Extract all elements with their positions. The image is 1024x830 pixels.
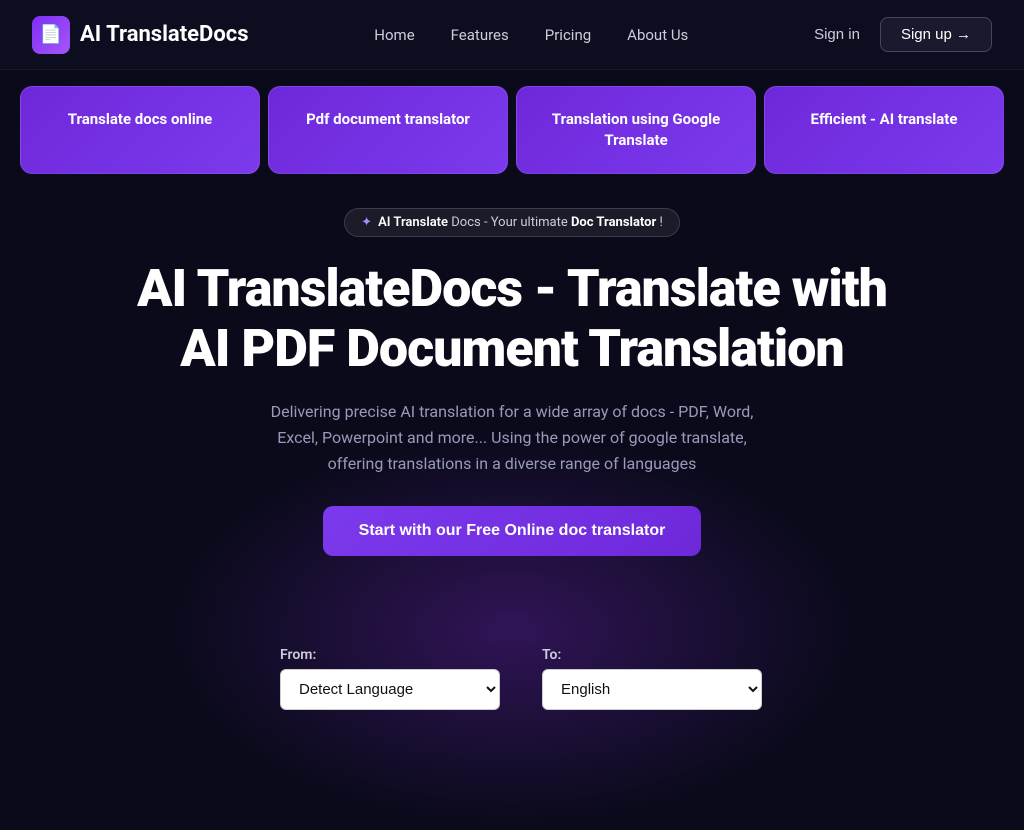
signin-button[interactable]: Sign in xyxy=(814,26,860,43)
badge-highlight1: AI Translate xyxy=(378,215,448,230)
feature-tiles: Translate docs online Pdf document trans… xyxy=(0,82,1024,178)
badge-text: AI Translate Docs - Your ultimate Doc Tr… xyxy=(378,215,663,230)
lang-row: From: Detect Language English French Spa… xyxy=(280,647,744,710)
signup-button[interactable]: Sign up → xyxy=(880,17,992,52)
logo-text: AI TranslateDocs xyxy=(80,22,249,47)
to-group: To: English French Spanish German Chines… xyxy=(542,647,744,710)
to-language-select[interactable]: English French Spanish German Chinese xyxy=(542,669,762,710)
to-label: To: xyxy=(542,647,744,663)
cta-button[interactable]: Start with our Free Online doc translato… xyxy=(323,506,702,556)
sparkle-icon: ✦ xyxy=(361,215,372,230)
from-language-select[interactable]: Detect Language English French Spanish G… xyxy=(280,669,500,710)
logo-icon: 📄 xyxy=(32,16,70,54)
from-group: From: Detect Language English French Spa… xyxy=(280,647,482,710)
hero-title-line2: AI PDF Document Translation xyxy=(180,318,843,379)
hero-title-line1: AI TranslateDocs - Translate with xyxy=(137,258,887,319)
logo[interactable]: 📄 AI TranslateDocs xyxy=(32,16,249,54)
badge-end: ! xyxy=(656,215,663,230)
tile-translate-docs[interactable]: Translate docs online xyxy=(20,86,260,174)
nav-pricing[interactable]: Pricing xyxy=(545,26,591,44)
nav-about[interactable]: About Us xyxy=(627,26,688,44)
hero-subtitle: Delivering precise AI translation for a … xyxy=(252,399,772,478)
tile-pdf[interactable]: Pdf document translator xyxy=(268,86,508,174)
tile-google[interactable]: Translation using Google Translate xyxy=(516,86,756,174)
navbar: 📄 AI TranslateDocs Home Features Pricing… xyxy=(0,0,1024,70)
from-label: From: xyxy=(280,647,482,663)
hero-title: AI TranslateDocs - Translate with AI PDF… xyxy=(80,259,944,379)
nav-home[interactable]: Home xyxy=(374,26,414,44)
hero-badge: ✦ AI Translate Docs - Your ultimate Doc … xyxy=(344,208,680,237)
badge-bold: Doc Translator xyxy=(571,215,656,230)
nav-actions: Sign in Sign up → xyxy=(814,17,992,52)
nav-features[interactable]: Features xyxy=(451,26,509,44)
hero-section: ✦ AI Translate Docs - Your ultimate Doc … xyxy=(0,178,1024,576)
badge-plain: Docs - Your ultimate xyxy=(448,215,571,230)
translation-ui: From: Detect Language English French Spa… xyxy=(0,627,1024,730)
nav-links: Home Features Pricing About Us xyxy=(374,26,688,44)
tile-ai[interactable]: Efficient - AI translate xyxy=(764,86,1004,174)
